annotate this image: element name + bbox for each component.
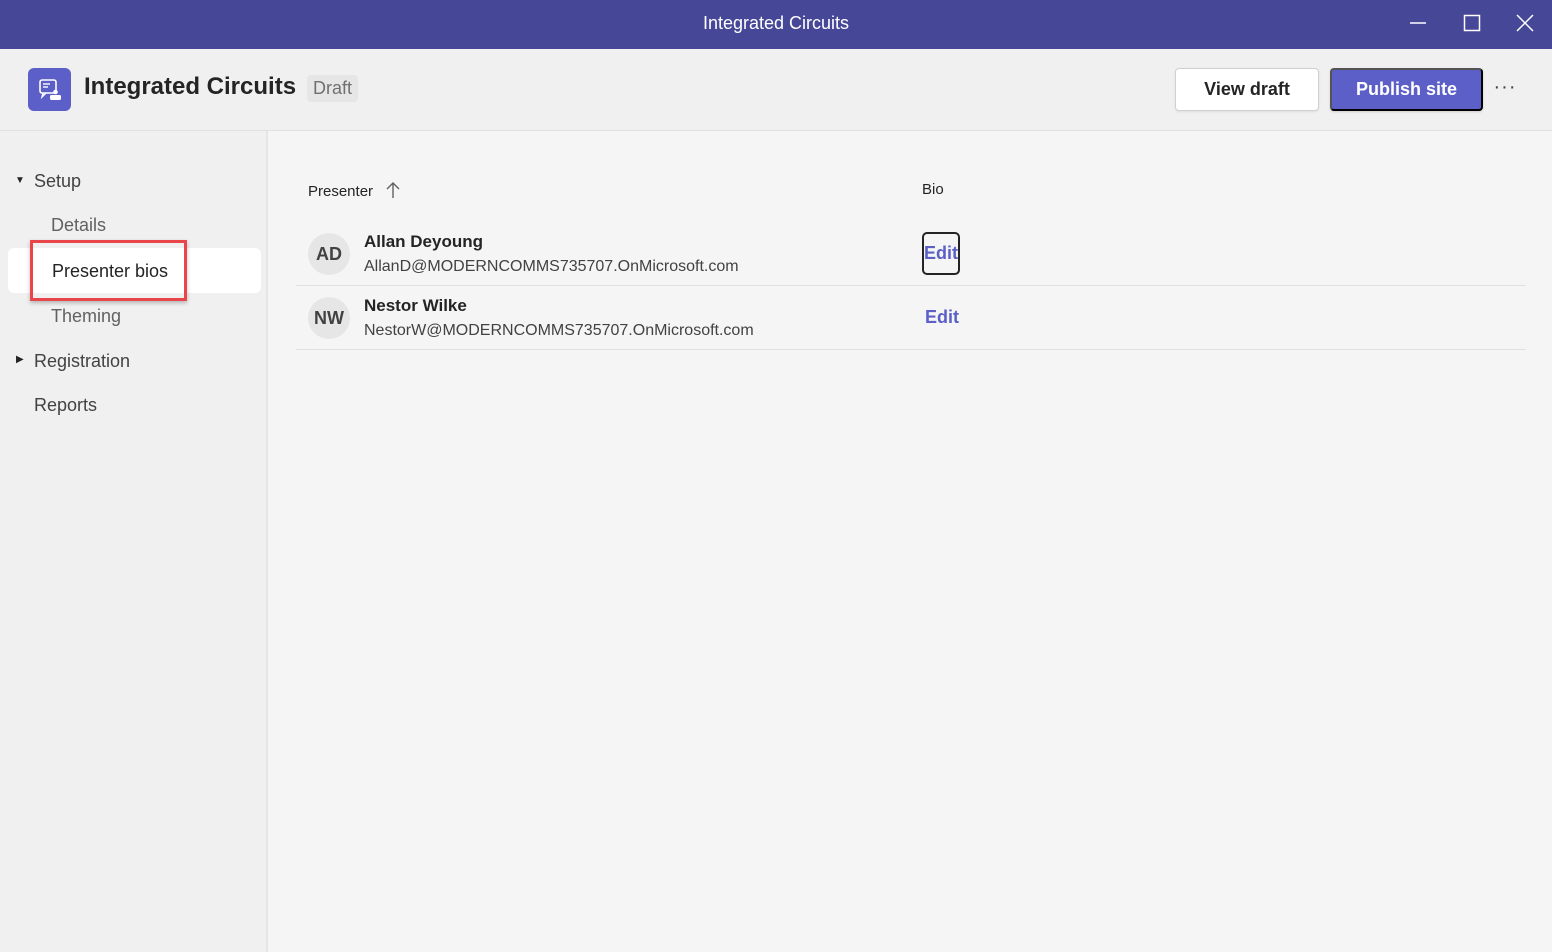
close-button[interactable]	[1499, 0, 1551, 46]
edit-bio-button[interactable]: Edit	[922, 232, 960, 275]
sidebar-item-details[interactable]: Details	[51, 215, 106, 236]
view-draft-button[interactable]: View draft	[1175, 68, 1319, 111]
sort-ascending-icon[interactable]	[385, 181, 401, 199]
maximize-icon	[1463, 14, 1481, 32]
maximize-button[interactable]	[1446, 0, 1498, 46]
caret-down-icon[interactable]: ▼	[15, 175, 25, 186]
presenter-name: Nestor Wilke	[364, 296, 467, 315]
sidebar-item-theming[interactable]: Theming	[51, 306, 121, 327]
presenter-email: AllanD@MODERNCOMMS735707.OnMicrosoft.com	[364, 258, 739, 275]
presenter-name: Allan Deyoung	[364, 232, 484, 251]
sidebar-item-setup[interactable]: Setup	[34, 171, 81, 192]
column-label: Presenter	[308, 183, 374, 200]
column-header-presenter[interactable]: Presenter	[308, 181, 401, 200]
window-title: Integrated Circuits	[702, 13, 850, 33]
presenter-email: NestorW@MODERNCOMMS735707.OnMicrosoft.co…	[364, 322, 754, 339]
minimize-button[interactable]	[1392, 0, 1444, 46]
close-icon	[1516, 14, 1534, 32]
publish-site-button[interactable]: Publish site	[1330, 68, 1483, 111]
page-title: Integrated Circuits	[84, 73, 297, 100]
presenter-bio-icon	[28, 68, 71, 111]
sidebar-item-reports[interactable]: Reports	[34, 395, 97, 416]
caret-right-icon[interactable]: ▶	[16, 354, 24, 365]
sidebar-item-registration[interactable]: Registration	[34, 351, 130, 372]
table-row: AD Allan Deyoung AllanD@MODERNCOMMS73570…	[296, 222, 1526, 286]
app-header: Integrated Circuits Draft View draft Pub…	[0, 49, 1552, 131]
column-header-bio: Bio	[922, 181, 944, 198]
minimize-icon	[1410, 22, 1426, 24]
annotation-highlight-box	[30, 240, 187, 301]
edit-bio-button[interactable]: Edit	[925, 307, 959, 328]
avatar: NW	[308, 297, 350, 339]
title-bar: Integrated Circuits	[0, 0, 1552, 49]
avatar: AD	[308, 233, 350, 275]
main-content: Presenter Bio AD Allan Deyoung AllanD@MO…	[270, 131, 1552, 952]
more-options-icon[interactable]: ···	[1490, 75, 1520, 105]
table-row: NW Nestor Wilke NestorW@MODERNCOMMS73570…	[296, 286, 1526, 350]
sidebar: ▼ Setup Details Presenter bios Theming ▶…	[0, 131, 268, 952]
status-badge: Draft	[307, 75, 359, 102]
